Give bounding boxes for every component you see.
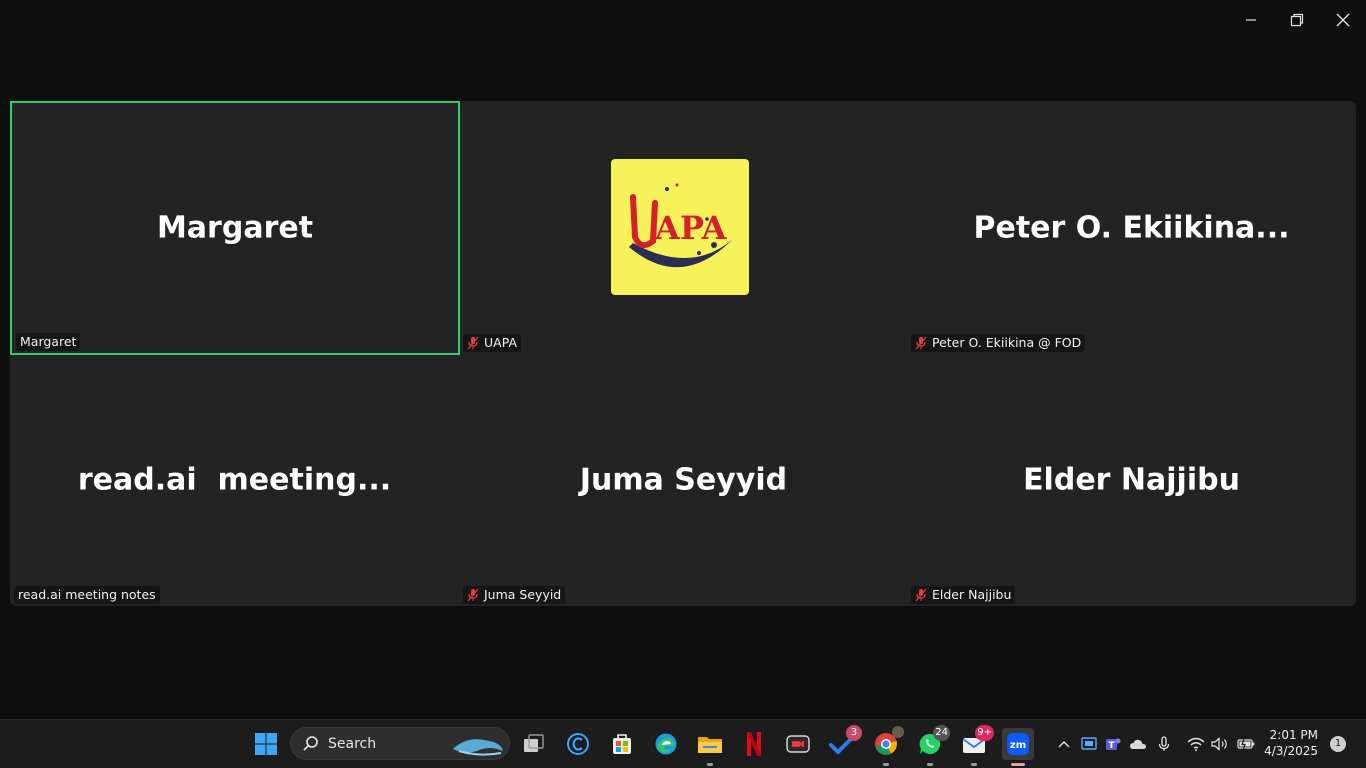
participant-label-text: UAPA xyxy=(484,335,517,350)
zoom-app-icon: zm xyxy=(1007,733,1029,755)
participant-label: Peter O. Ekiikina @ FOD xyxy=(911,334,1086,352)
video-camera-icon xyxy=(786,735,810,753)
tray-battery[interactable] xyxy=(1236,734,1256,754)
participant-gallery: Margaret Margaret APA UAPA Peter O. Ekii… xyxy=(10,101,1356,606)
participant-tile[interactable]: Juma Seyyid Juma Seyyid xyxy=(459,353,908,606)
tray-onedrive[interactable] xyxy=(1128,734,1148,754)
search-label: Search xyxy=(328,736,377,752)
running-indicator xyxy=(927,763,933,766)
store-icon xyxy=(613,734,631,754)
mail-badge: 9+ xyxy=(975,725,994,741)
minimize-button[interactable] xyxy=(1228,4,1274,36)
close-button[interactable] xyxy=(1320,4,1366,36)
todo-badge: 3 xyxy=(846,725,862,741)
participant-tile[interactable]: Peter O. Ekiikina... Peter O. Ekiikina @… xyxy=(907,101,1356,354)
participant-display-name: Peter O. Ekiikina... xyxy=(973,210,1290,245)
mic-muted-icon xyxy=(467,588,479,602)
tray-chat-app[interactable] xyxy=(1080,734,1098,754)
battery-charging-icon xyxy=(1237,738,1255,750)
mail-button[interactable]: 9+ xyxy=(958,725,994,766)
tray-microphone[interactable] xyxy=(1156,734,1172,754)
restore-icon xyxy=(1290,13,1304,27)
tray-teams[interactable]: T xyxy=(1104,734,1122,754)
start-button[interactable] xyxy=(250,728,282,760)
participant-display-name: Elder Najjibu xyxy=(1023,462,1240,497)
tray-network[interactable] xyxy=(1186,734,1206,754)
participant-avatar-logo: APA xyxy=(611,159,749,295)
netflix-button[interactable] xyxy=(738,728,770,760)
participant-display-name: read.ai meeting... xyxy=(77,462,392,497)
minimize-icon xyxy=(1246,19,1256,21)
windows-logo-icon xyxy=(255,733,277,755)
taskbar-search[interactable]: Search xyxy=(290,727,510,760)
microsoft-store-button[interactable] xyxy=(606,728,638,760)
participant-label-text: Margaret xyxy=(20,334,77,349)
search-highlight-dolphin-icon xyxy=(453,739,503,756)
participant-label: Elder Najjibu xyxy=(911,586,1016,604)
zoom-button[interactable]: zm xyxy=(1002,728,1034,766)
svg-text:APA: APA xyxy=(654,209,728,247)
cortana-app-button[interactable] xyxy=(562,728,594,760)
screen-recorder-button[interactable] xyxy=(782,728,814,760)
clock-date: 4/3/2025 xyxy=(1264,744,1318,758)
netflix-icon xyxy=(747,732,761,756)
chat-window-icon xyxy=(1081,737,1097,750)
participant-display-name: Margaret xyxy=(156,210,314,246)
mic-muted-icon xyxy=(915,588,927,602)
tray-volume[interactable] xyxy=(1210,734,1230,754)
microphone-icon xyxy=(1158,736,1170,751)
taskbar-clock[interactable]: 2:01 PM 4/3/2025 xyxy=(1264,727,1318,759)
running-indicator xyxy=(971,763,977,766)
participant-label: read.ai meeting notes xyxy=(14,586,160,604)
running-indicator xyxy=(1011,763,1025,766)
edge-button[interactable] xyxy=(650,728,682,760)
task-view-icon xyxy=(524,734,544,752)
teams-icon: T xyxy=(1106,738,1121,751)
participant-display-name: Juma Seyyid xyxy=(579,462,788,497)
notification-center-badge[interactable]: 1 xyxy=(1330,736,1346,752)
taskbar: Search 3 24 9+ zm T 2:01 PM 4/3/2025 1 xyxy=(0,719,1366,768)
participant-label: Juma Seyyid xyxy=(463,586,566,604)
c-circle-app-icon xyxy=(567,733,589,755)
wifi-icon xyxy=(1187,737,1205,751)
search-icon xyxy=(303,736,318,751)
participant-label-text: Peter O. Ekiikina @ FOD xyxy=(932,335,1082,350)
svg-text:zm: zm xyxy=(1010,740,1026,751)
todo-button[interactable]: 3 xyxy=(826,725,862,760)
whatsapp-badge: 24 xyxy=(933,725,950,741)
participant-tile[interactable]: Margaret Margaret xyxy=(10,101,460,355)
participant-label: Margaret xyxy=(16,333,81,351)
chrome-button[interactable] xyxy=(870,726,904,766)
whatsapp-button[interactable]: 24 xyxy=(914,725,950,766)
participant-label: UAPA xyxy=(463,334,521,352)
close-icon xyxy=(1336,13,1350,27)
file-explorer-button[interactable] xyxy=(694,728,726,766)
show-hidden-icons-button[interactable] xyxy=(1056,734,1072,754)
cloud-icon xyxy=(1130,739,1146,749)
mic-muted-icon xyxy=(467,336,479,350)
clock-time: 2:01 PM xyxy=(1269,728,1318,742)
chevron-up-icon xyxy=(1058,741,1070,748)
running-indicator xyxy=(883,763,889,766)
participant-tile[interactable]: Elder Najjibu Elder Najjibu xyxy=(907,353,1356,606)
uapa-logo-image: APA xyxy=(629,183,733,268)
participant-tile[interactable]: APA UAPA xyxy=(459,101,908,354)
chrome-profile-avatar xyxy=(892,726,904,738)
folder-icon xyxy=(698,737,722,753)
participant-label-text: read.ai meeting notes xyxy=(18,587,156,602)
edge-browser-icon xyxy=(655,733,677,755)
participant-label-text: Juma Seyyid xyxy=(484,587,562,602)
task-view-button[interactable] xyxy=(518,728,550,760)
participant-label-text: Elder Najjibu xyxy=(932,587,1012,602)
restore-button[interactable] xyxy=(1274,4,1320,36)
mic-muted-icon xyxy=(915,336,927,350)
speaker-icon xyxy=(1211,737,1227,751)
participant-tile[interactable]: read.ai meeting... read.ai meeting notes xyxy=(10,353,459,606)
svg-text:T: T xyxy=(1108,741,1115,751)
running-indicator xyxy=(707,763,713,766)
